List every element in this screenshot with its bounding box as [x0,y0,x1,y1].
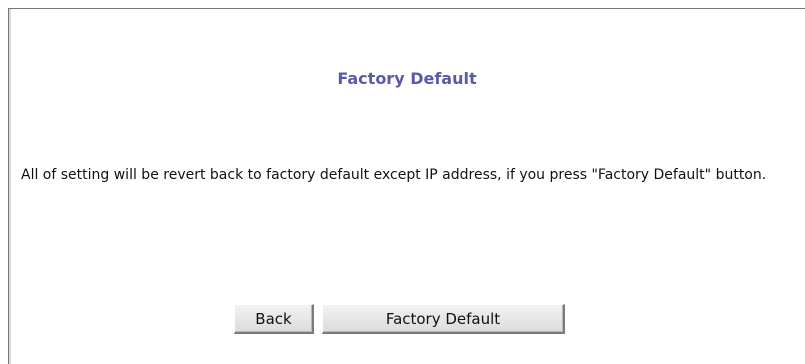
back-button[interactable]: Back [234,304,314,334]
factory-default-description: All of setting will be revert back to fa… [21,167,767,183]
action-buttons: Back Factory Default [234,304,565,334]
factory-default-panel: Factory Default All of setting will be r… [8,8,805,364]
page-title: Factory Default [337,69,477,88]
factory-default-button[interactable]: Factory Default [322,304,565,334]
